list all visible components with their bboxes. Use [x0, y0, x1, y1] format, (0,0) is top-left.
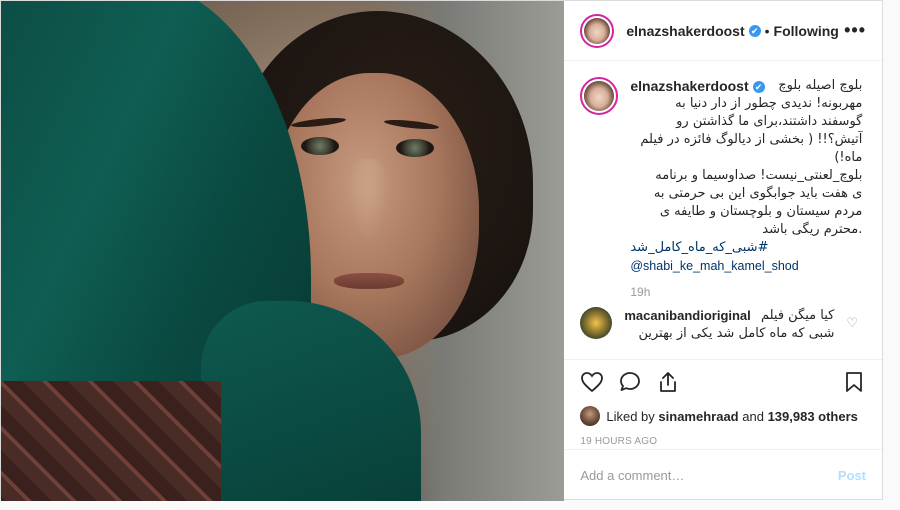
caption-body: elnazshakerdoost ✔ بلوچ اصیله بلوچ مهربون… — [630, 77, 862, 275]
post-header: elnazshakerdoost ✔ • Following ••• — [564, 1, 882, 61]
caption-avatar-image — [584, 81, 615, 111]
comments-section[interactable]: elnazshakerdoost ✔ بلوچ اصیله بلوچ مهربون… — [564, 61, 882, 359]
action-bar — [564, 359, 882, 403]
photo-eye-right — [396, 139, 434, 157]
commenter-avatar-image — [580, 307, 613, 339]
caption-line: گوسفند داشتند،برای ما گذاشتن رو — [676, 114, 863, 129]
separator-dot: • — [764, 22, 770, 39]
comment-body: macanibandioriginal کیا میگن فیلم شبی که… — [624, 307, 834, 343]
comment-bubble-icon[interactable] — [618, 370, 642, 394]
likes-count[interactable]: 139,983 others — [768, 409, 858, 424]
caption-line: مهربونه! ندیدی چطور از دار دنیا به — [675, 96, 863, 111]
comment-text: کیا میگن فیلم — [760, 308, 835, 323]
post-photo[interactable] — [1, 1, 565, 501]
comment-like-heart-icon[interactable]: ♡ — [846, 315, 858, 331]
photo-patterned-dress — [1, 381, 221, 501]
liked-by-and: and — [742, 408, 764, 424]
photo-eye-left — [301, 137, 339, 155]
author-avatar-image — [584, 17, 611, 44]
share-icon[interactable] — [656, 370, 680, 394]
caption-time: 19h — [630, 285, 651, 299]
commenter-username[interactable]: macanibandioriginal — [624, 307, 750, 325]
post-comment-button[interactable]: Post — [838, 468, 866, 483]
caption-username[interactable]: elnazshakerdoost — [630, 78, 748, 94]
like-heart-icon[interactable] — [580, 370, 604, 394]
verified-icon: ✔ — [748, 24, 761, 37]
add-comment-input[interactable] — [580, 468, 838, 483]
author-avatar[interactable] — [580, 13, 615, 48]
liked-by-prefix: Liked by — [606, 408, 655, 424]
author-username[interactable]: elnazshakerdoost — [626, 23, 744, 39]
liker-avatar[interactable] — [580, 406, 601, 426]
photo-nose — [347, 159, 389, 241]
post-container: elnazshakerdoost ✔ • Following ••• elnaz… — [0, 0, 883, 501]
hashtag-link[interactable]: #شبی_که_ماه_کامل_شد — [630, 239, 862, 257]
mention-link[interactable]: @shabi_ke_mah_kamel_shod — [630, 257, 862, 275]
post-side-panel: elnazshakerdoost ✔ • Following ••• elnaz… — [564, 1, 882, 501]
more-options-icon[interactable]: ••• — [844, 20, 866, 41]
caption-line: بلوچ_لعنتی_نیست! صداوسیما و برنامه — [655, 168, 863, 183]
caption-line: مردم سیستان و بلوچستان و طایفه ی — [659, 204, 863, 219]
photo-mouth — [334, 273, 404, 289]
likes-summary: Liked by sinamehraad and 139,983 others — [564, 403, 882, 429]
verified-icon: ✔ — [752, 81, 765, 94]
caption-line: ماه!) — [834, 150, 863, 165]
liked-by-user[interactable]: sinamehraad — [658, 409, 738, 424]
commenter-avatar[interactable] — [580, 307, 613, 339]
caption: elnazshakerdoost ✔ بلوچ اصیله بلوچ مهربون… — [580, 77, 866, 275]
caption-line: ی هفت باید جوابگوی این بی حرمتی به — [653, 186, 863, 201]
comment-text-line: شبی که ماه کامل شد یکی از بهترین — [638, 326, 835, 341]
bookmark-icon[interactable] — [842, 370, 866, 394]
caption-line: آتیش؟!! ( بخشی از دیالوگ فائزه در فیلم — [640, 132, 863, 147]
comment-item: macanibandioriginal کیا میگن فیلم شبی که… — [580, 307, 866, 343]
caption-line: .محترم ریگی باشد — [762, 222, 863, 237]
following-button[interactable]: Following — [774, 23, 839, 39]
caption-avatar[interactable] — [580, 77, 619, 115]
add-comment-bar: Post — [564, 449, 882, 501]
